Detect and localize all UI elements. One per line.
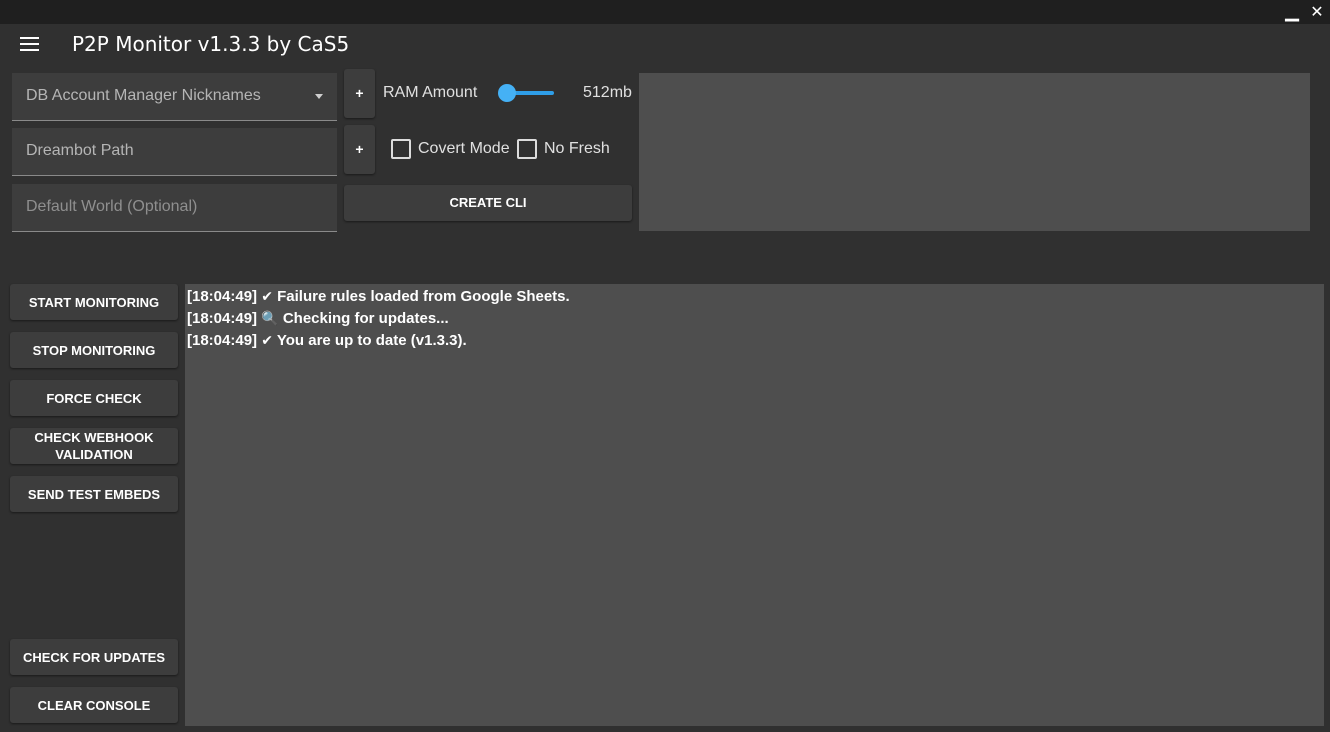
dreambot-path-field[interactable]: Dreambot Path — [12, 128, 337, 176]
no-fresh-label[interactable]: No Fresh — [544, 140, 610, 158]
ram-slider[interactable] — [498, 83, 555, 103]
check-icon: ✔ — [261, 333, 273, 349]
hamburger-menu-icon[interactable] — [20, 37, 39, 51]
log-line: [18:04:49] ✔ Failure rules loaded from G… — [187, 286, 1322, 308]
force-check-button[interactable]: FORCE CHECK — [10, 380, 178, 416]
cli-output-area[interactable] — [639, 73, 1310, 231]
app-header: P2P Monitor v1.3.3 by CaS5 — [0, 24, 1330, 64]
default-world-placeholder: Default World (Optional) — [26, 198, 198, 215]
ram-amount-label: RAM Amount — [383, 84, 478, 101]
default-world-field[interactable]: Default World (Optional) — [12, 184, 337, 232]
accounts-dropdown-placeholder: DB Account Manager Nicknames — [26, 87, 261, 104]
covert-mode-label[interactable]: Covert Mode — [418, 140, 510, 158]
magnifier-icon: 🔍 — [261, 311, 279, 327]
add-account-button[interactable]: + — [344, 69, 375, 118]
log-timestamp: [18:04:49] — [187, 332, 258, 349]
dropdown-arrow-icon[interactable] — [315, 94, 323, 99]
no-fresh-checkbox[interactable] — [517, 139, 537, 159]
close-icon[interactable]: ✕ — [1307, 2, 1327, 22]
check-icon: ✔ — [261, 289, 273, 305]
window-titlebar: ▁ ✕ — [0, 0, 1330, 24]
log-line: [18:04:49] 🔍 Checking for updates... — [187, 308, 1322, 330]
ram-slider-thumb[interactable] — [498, 84, 516, 102]
log-message: Failure rules loaded from Google Sheets. — [277, 288, 570, 305]
app-title: P2P Monitor v1.3.3 by CaS5 — [72, 32, 350, 56]
stop-monitoring-button[interactable]: STOP MONITORING — [10, 332, 178, 368]
create-cli-button[interactable]: CREATE CLI — [344, 185, 632, 221]
log-timestamp: [18:04:49] — [187, 288, 258, 305]
log-message: Checking for updates... — [282, 310, 449, 327]
ram-amount-value: 512mb — [583, 84, 632, 101]
dreambot-path-placeholder: Dreambot Path — [26, 142, 134, 159]
start-monitoring-button[interactable]: START MONITORING — [10, 284, 178, 320]
log-message: You are up to date (v1.3.3). — [276, 332, 467, 349]
console-log[interactable]: [18:04:49] ✔ Failure rules loaded from G… — [185, 284, 1324, 726]
accounts-dropdown[interactable]: DB Account Manager Nicknames — [12, 73, 337, 121]
minimize-icon[interactable]: ▁ — [1282, 2, 1302, 22]
log-timestamp: [18:04:49] — [187, 310, 258, 327]
clear-console-button[interactable]: CLEAR CONSOLE — [10, 687, 178, 723]
check-webhook-validation-button[interactable]: CHECK WEBHOOK VALIDATION — [10, 428, 178, 464]
browse-dreambot-path-button[interactable]: + — [344, 125, 375, 174]
send-test-embeds-button[interactable]: SEND TEST EMBEDS — [10, 476, 178, 512]
covert-mode-checkbox[interactable] — [391, 139, 411, 159]
check-for-updates-button[interactable]: CHECK FOR UPDATES — [10, 639, 178, 675]
log-line: [18:04:49] ✔ You are up to date (v1.3.3)… — [187, 330, 1322, 352]
